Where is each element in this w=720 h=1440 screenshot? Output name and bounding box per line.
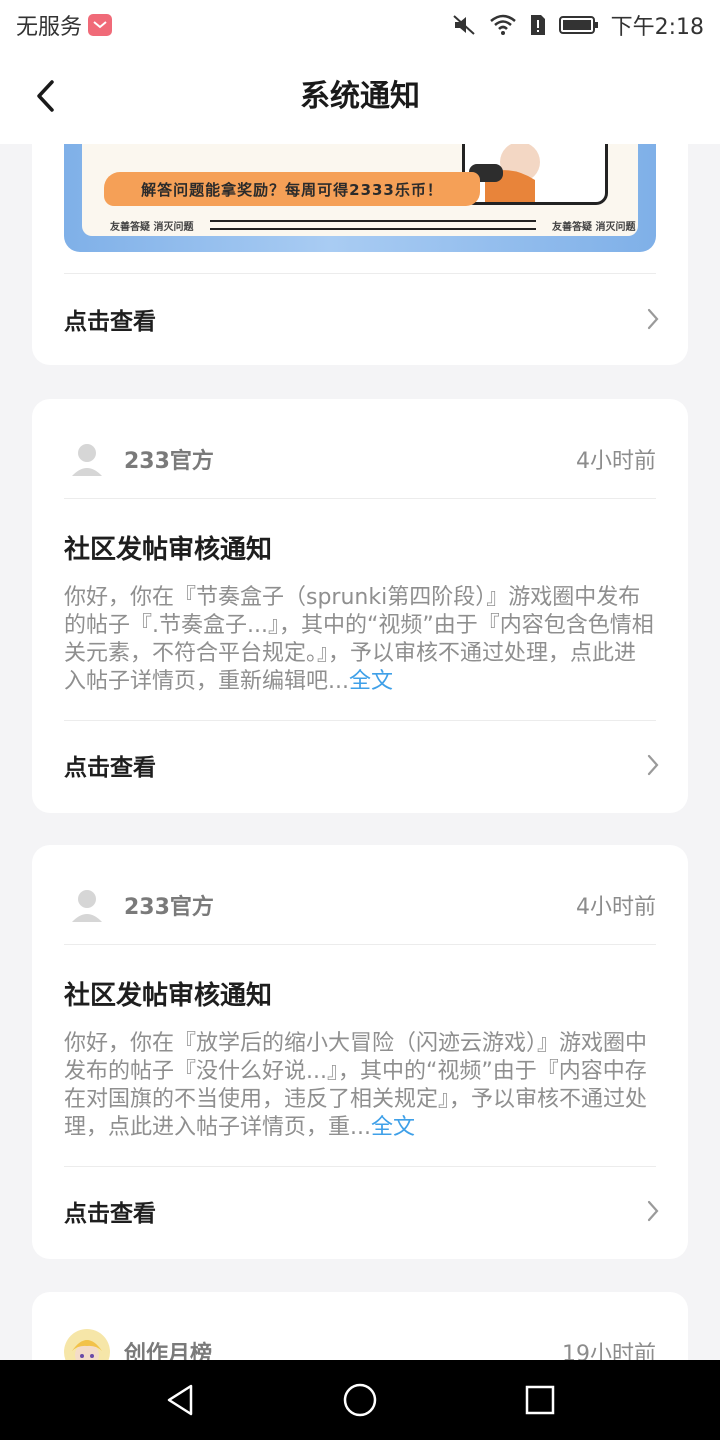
sim-alert-icon xyxy=(529,13,547,37)
square-recents-icon xyxy=(525,1385,555,1415)
nav-home-button[interactable] xyxy=(330,1370,390,1430)
notice-card-banner[interactable]: 解答问题能拿奖励？每周可得2333乐币！ 友善答疑 消灭问题 友善答疑 消灭问题… xyxy=(32,144,688,365)
back-arrow-icon xyxy=(37,80,54,112)
status-left: 无服务 xyxy=(16,9,113,41)
sender-row: 233官方 4小时前 xyxy=(64,882,656,928)
app-badge-icon xyxy=(88,14,113,36)
view-action-label: 点击查看 xyxy=(64,309,156,335)
divider xyxy=(64,944,656,945)
triangle-back-icon xyxy=(167,1384,193,1416)
sender-name: 创作月榜 xyxy=(124,1342,213,1360)
sender-info: 233官方 xyxy=(64,436,214,482)
banner-caption-right: 友善答疑 消灭问题 xyxy=(552,222,636,233)
view-action-label: 点击查看 xyxy=(64,1201,156,1227)
view-action-row[interactable]: 点击查看 xyxy=(64,289,660,349)
avatar[interactable] xyxy=(64,1329,110,1360)
carrier-text: 无服务 xyxy=(16,15,83,40)
banner-character-image xyxy=(462,144,608,205)
view-action-row[interactable]: 点击查看 xyxy=(64,1181,660,1241)
divider xyxy=(64,720,656,721)
notification-list[interactable]: 解答问题能拿奖励？每周可得2333乐币！ 友善答疑 消灭问题 友善答疑 消灭问题… xyxy=(0,144,720,1360)
timestamp: 19小时前 xyxy=(562,1342,656,1360)
banner-rule xyxy=(210,220,536,230)
wifi-icon xyxy=(489,13,517,37)
nav-recents-button[interactable] xyxy=(510,1370,570,1430)
timestamp: 4小时前 xyxy=(576,449,656,474)
character-avatar-icon xyxy=(72,1340,102,1360)
notice-body[interactable]: 你好，你在『节奏盒子（sprunki第四阶段）』游戏圈中发布的帖子『.节奏盒子.… xyxy=(64,584,656,696)
sender-row: 233官方 4小时前 xyxy=(64,436,656,482)
notice-body-text: 你好，你在『放学后的缩小大冒险（闪迹云游戏）』游戏圈中发布的帖子『没什么好说..… xyxy=(64,1031,648,1140)
sender-name: 233官方 xyxy=(124,449,214,474)
avatar[interactable] xyxy=(64,882,110,928)
notice-card[interactable]: 233官方 4小时前 社区发帖审核通知 你好，你在『节奏盒子（sprunki第四… xyxy=(32,399,688,813)
banner-strip: 解答问题能拿奖励？每周可得2333乐币！ xyxy=(104,172,480,206)
system-nav-bar xyxy=(0,1360,720,1440)
header: 系统通知 xyxy=(0,50,720,144)
status-bar: 无服务 下午2:18 xyxy=(0,0,720,50)
circle-home-icon xyxy=(343,1383,377,1417)
notice-title: 社区发帖审核通知 xyxy=(64,981,273,1011)
divider xyxy=(64,1166,656,1167)
back-button[interactable] xyxy=(24,74,68,118)
chevron-right-icon xyxy=(647,1200,659,1222)
timestamp: 4小时前 xyxy=(576,895,656,920)
page-title: 系统通知 xyxy=(300,79,420,114)
view-action-row[interactable]: 点击查看 xyxy=(64,735,660,795)
avatar[interactable] xyxy=(64,436,110,482)
notice-card[interactable]: 233官方 4小时前 社区发帖审核通知 你好，你在『放学后的缩小大冒险（闪迹云游… xyxy=(32,845,688,1259)
default-avatar-icon xyxy=(72,444,102,476)
status-right: 下午2:18 xyxy=(451,9,704,41)
battery-icon xyxy=(558,14,599,36)
default-avatar-icon xyxy=(72,890,102,922)
sender-row: 创作月榜 19小时前 xyxy=(64,1329,656,1360)
view-action-label: 点击查看 xyxy=(64,755,156,781)
banner-caption-left: 友善答疑 消灭问题 xyxy=(110,222,194,233)
clock-text: 下午2:18 xyxy=(610,15,704,40)
divider xyxy=(64,498,656,499)
sender-info: 创作月榜 xyxy=(64,1329,212,1360)
chevron-right-icon xyxy=(647,308,659,330)
notice-card[interactable]: 创作月榜 19小时前 xyxy=(32,1292,688,1360)
banner-image[interactable]: 解答问题能拿奖励？每周可得2333乐币！ 友善答疑 消灭问题 友善答疑 消灭问题 xyxy=(64,144,656,252)
chevron-right-icon xyxy=(647,754,659,776)
banner-inner: 解答问题能拿奖励？每周可得2333乐币！ 友善答疑 消灭问题 友善答疑 消灭问题 xyxy=(82,144,638,236)
full-text-link[interactable]: 全文 xyxy=(371,1115,415,1140)
nav-back-button[interactable] xyxy=(150,1370,210,1430)
full-text-link[interactable]: 全文 xyxy=(349,669,393,694)
sender-info: 233官方 xyxy=(64,882,214,928)
mute-icon xyxy=(451,13,477,37)
notice-title: 社区发帖审核通知 xyxy=(64,535,273,565)
divider xyxy=(64,273,656,274)
notice-body[interactable]: 你好，你在『放学后的缩小大冒险（闪迹云游戏）』游戏圈中发布的帖子『没什么好说..… xyxy=(64,1030,656,1142)
sender-name: 233官方 xyxy=(124,895,214,920)
